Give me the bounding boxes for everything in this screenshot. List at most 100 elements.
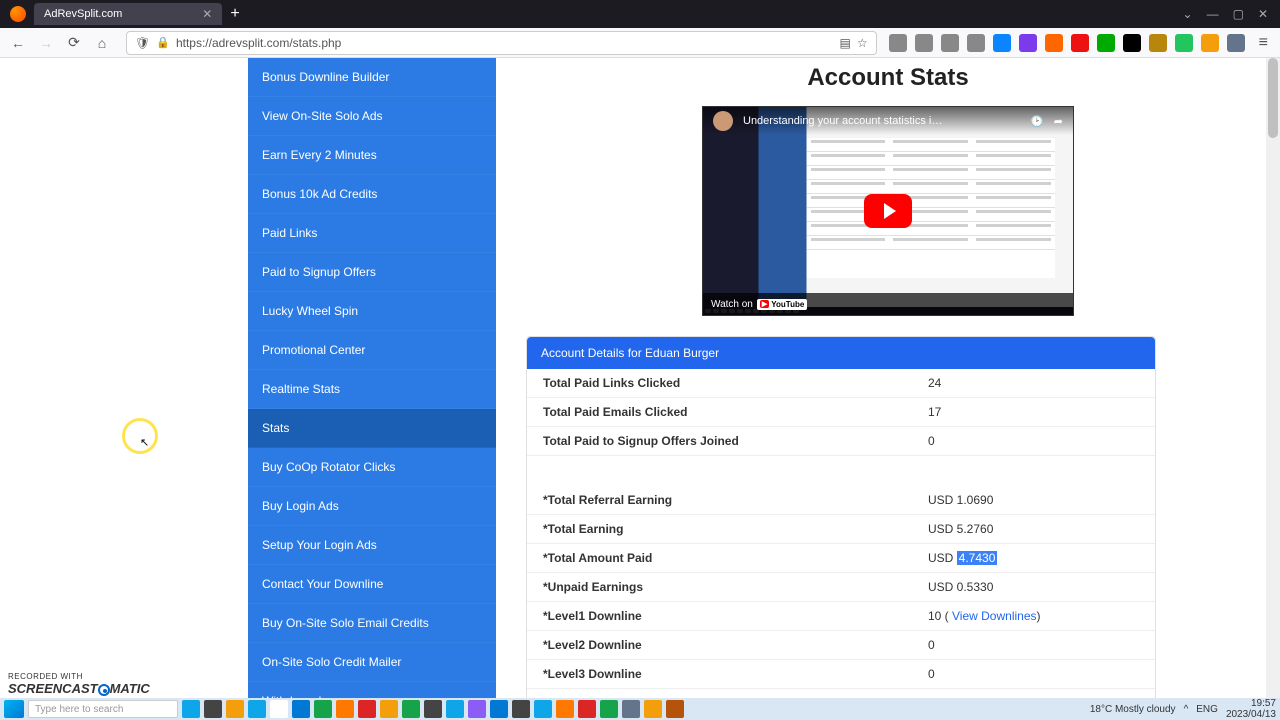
table-row: *Total Amount PaidUSD 4.7430 [527,543,1155,572]
taskbar-app-icon[interactable] [556,700,574,718]
taskbar-app-icon[interactable] [600,700,618,718]
sidebar-item[interactable]: Earn Every 2 Minutes [248,136,496,175]
sidebar-item[interactable]: Realtime Stats [248,370,496,409]
scrollbar-thumb[interactable] [1268,58,1278,138]
forward-button[interactable]: → [34,31,58,55]
sidebar-item[interactable]: Buy CoOp Rotator Clicks [248,448,496,487]
video-title[interactable]: Understanding your account statistics i… [743,115,1020,127]
url-bar[interactable]: 🛡 🔒 https://adrevsplit.com/stats.php ▤ ☆ [126,31,877,55]
extension-icon[interactable] [941,34,959,52]
taskbar-app-icon[interactable] [622,700,640,718]
sidebar-item[interactable]: Buy On-Site Solo Email Credits [248,604,496,643]
minimize-icon[interactable]: — [1207,7,1219,21]
home-button[interactable]: ⌂ [90,31,114,55]
view-downlines-link[interactable]: View Downlines [952,609,1037,623]
taskbar-app-icon[interactable] [270,700,288,718]
taskbar-app-icon[interactable] [402,700,420,718]
taskbar-app-icon[interactable] [226,700,244,718]
sidebar-item[interactable]: Lucky Wheel Spin [248,292,496,331]
extension-icon[interactable] [1019,34,1037,52]
sidebar-item[interactable]: Stats [248,409,496,448]
stat-label: Total Paid to Signup Offers Joined [527,427,912,456]
extension-icon[interactable] [1123,34,1141,52]
back-button[interactable]: ← [6,31,30,55]
video-footer[interactable]: Watch on YouTube [703,293,1073,315]
table-row: Total Paid Emails Clicked17 [527,398,1155,427]
language-indicator[interactable]: ENG [1196,704,1218,715]
sidebar-item[interactable]: Paid Links [248,214,496,253]
scrollbar[interactable] [1266,58,1280,698]
clock-time[interactable]: 19:57 [1226,698,1276,709]
sidebar-item[interactable]: Bonus 10k Ad Credits [248,175,496,214]
chevron-down-icon[interactable]: ⌄ [1183,7,1193,21]
extension-icon[interactable] [1071,34,1089,52]
extension-icon[interactable] [1227,34,1245,52]
new-tab-button[interactable]: + [230,5,239,23]
taskbar-app-icon[interactable] [666,700,684,718]
taskbar-app-icon[interactable] [512,700,530,718]
sidebar-item[interactable]: Withdrawal [248,682,496,698]
taskbar-app-icon[interactable] [446,700,464,718]
account-details-panel: Account Details for Eduan Burger Total P… [526,336,1156,698]
extension-icon[interactable] [1097,34,1115,52]
stat-value: 0 [912,659,1155,688]
taskbar-search[interactable]: Type here to search [28,700,178,718]
taskbar-app-icon[interactable] [358,700,376,718]
firefox-icon [10,6,26,22]
taskbar-app-icon[interactable] [644,700,662,718]
sidebar-item[interactable]: Bonus Downline Builder [248,58,496,97]
browser-tab-bar: AdRevSplit.com ✕ + ⌄ — ▢ ✕ [0,0,1280,28]
video-player[interactable]: Understanding your account statistics i…… [702,106,1074,316]
extension-icon[interactable] [1175,34,1193,52]
channel-avatar[interactable] [713,111,733,131]
taskbar-app-icon[interactable] [314,700,332,718]
play-button[interactable] [864,194,912,228]
taskbar-app-icon[interactable] [292,700,310,718]
bookmark-icon[interactable]: ☆ [857,36,868,50]
watch-later-icon[interactable]: 🕑 [1030,115,1044,128]
tray-chevron-icon[interactable]: ^ [1184,704,1189,715]
extension-icon[interactable] [1045,34,1063,52]
browser-tab[interactable]: AdRevSplit.com ✕ [34,3,222,25]
screencast-watermark: RECORDED WITH SCREENCASTMATIC [8,672,150,696]
sidebar-item[interactable]: Contact Your Downline [248,565,496,604]
sidebar-item[interactable]: View On-Site Solo Ads [248,97,496,136]
close-tab-icon[interactable]: ✕ [202,7,212,21]
taskbar-app-icon[interactable] [578,700,596,718]
sidebar-item[interactable]: Buy Login Ads [248,487,496,526]
taskbar-app-icon[interactable] [204,700,222,718]
taskbar-app-icon[interactable] [380,700,398,718]
sidebar-item[interactable]: Promotional Center [248,331,496,370]
stat-value: 0 [912,427,1155,456]
taskbar-app-icon[interactable] [182,700,200,718]
taskbar-app-icon[interactable] [468,700,486,718]
weather-widget[interactable]: 18°C Mostly cloudy [1090,704,1176,715]
start-button[interactable] [4,700,24,718]
taskbar-app-icon[interactable] [424,700,442,718]
table-row: *Total Referral EarningUSD 1.0690 [527,486,1155,515]
stat-label: *Level3 Downline [527,659,912,688]
taskbar-app-icon[interactable] [248,700,266,718]
maximize-icon[interactable]: ▢ [1233,7,1244,21]
share-icon[interactable]: ➦ [1054,115,1063,128]
reload-button[interactable]: ⟳ [62,31,86,55]
stat-value: 24 [912,369,1155,398]
sidebar-item[interactable]: Paid to Signup Offers [248,253,496,292]
close-window-icon[interactable]: ✕ [1258,7,1268,21]
stat-value: 10 ( View Downlines) [912,601,1155,630]
reader-icon[interactable]: ▤ [840,36,851,50]
menu-button[interactable]: ≡ [1253,34,1274,52]
extension-icon[interactable] [1201,34,1219,52]
extension-icon[interactable] [967,34,985,52]
clock-date[interactable]: 2023/04/13 [1226,709,1276,720]
sidebar-item[interactable]: On-Site Solo Credit Mailer [248,643,496,682]
extension-icon[interactable] [889,34,907,52]
taskbar-app-icon[interactable] [534,700,552,718]
panel-header: Account Details for Eduan Burger [527,337,1155,369]
extension-icon[interactable] [915,34,933,52]
sidebar-item[interactable]: Setup Your Login Ads [248,526,496,565]
taskbar-app-icon[interactable] [490,700,508,718]
extension-icon[interactable] [1149,34,1167,52]
extension-icon[interactable] [993,34,1011,52]
taskbar-app-icon[interactable] [336,700,354,718]
